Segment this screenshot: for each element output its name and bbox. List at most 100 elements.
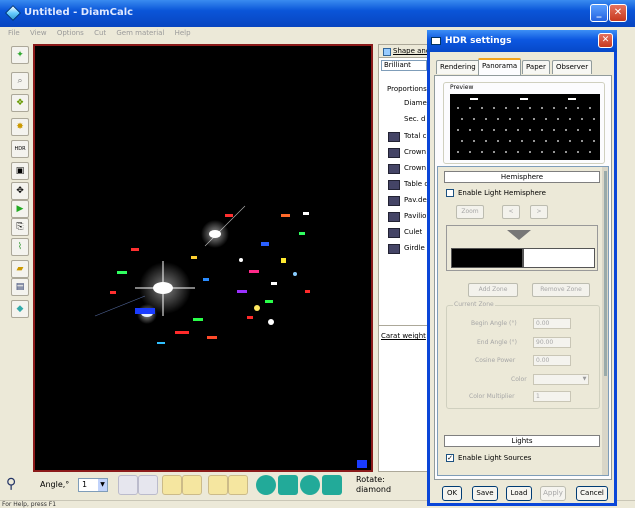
load-button[interactable]: Load bbox=[506, 486, 532, 501]
scroll-thumb[interactable] bbox=[604, 171, 607, 376]
menu-gem-material[interactable]: Gem material bbox=[116, 29, 164, 37]
dialog-close-button[interactable]: ✕ bbox=[598, 33, 613, 48]
param-sec-d[interactable]: Sec. d bbox=[404, 115, 426, 123]
export-icon[interactable]: ⎘ bbox=[11, 218, 29, 236]
magnify-icon[interactable]: ⌕ bbox=[11, 72, 29, 90]
rotate-right-icon[interactable] bbox=[138, 475, 158, 495]
param-icon bbox=[388, 228, 400, 238]
zone-white[interactable] bbox=[523, 248, 595, 268]
preview-dot bbox=[589, 129, 591, 131]
hdr-settings-dialog: HDR settings ✕ Rendering Panorama Paper … bbox=[427, 30, 617, 506]
chevron-down-icon[interactable]: ▼ bbox=[580, 375, 589, 384]
param-crown[interactable]: Crown bbox=[404, 148, 426, 156]
color-multiplier-input[interactable]: 1 bbox=[533, 391, 571, 402]
side-view-icon[interactable] bbox=[278, 475, 298, 495]
param-icon bbox=[388, 164, 400, 174]
bottom-view-icon[interactable] bbox=[300, 475, 320, 495]
flip-h-icon[interactable] bbox=[162, 475, 182, 495]
preview-dot bbox=[493, 107, 495, 109]
begin-angle-input[interactable]: 0.00 bbox=[533, 318, 571, 329]
tab-paper[interactable]: Paper bbox=[522, 60, 550, 74]
angle-label: Angle,° bbox=[40, 480, 70, 489]
preview-dot bbox=[517, 129, 519, 131]
preview-dot bbox=[481, 151, 483, 153]
tab-observer[interactable]: Observer bbox=[552, 60, 593, 74]
hdr-icon[interactable]: HDR bbox=[11, 140, 29, 158]
enable-lights-label: Enable Light Sources bbox=[458, 454, 532, 462]
zoom-button[interactable]: Zoom bbox=[456, 205, 484, 219]
param-total[interactable]: Total c bbox=[404, 132, 426, 140]
chevron-down-icon[interactable]: ▼ bbox=[98, 479, 107, 491]
menu-cut[interactable]: Cut bbox=[94, 29, 106, 37]
preview-dot bbox=[577, 129, 579, 131]
rotate-label: Rotate: bbox=[356, 475, 385, 484]
enable-hemisphere-checkbox[interactable] bbox=[446, 189, 454, 197]
menu-help[interactable]: Help bbox=[175, 29, 191, 37]
shape-select[interactable]: Brilliant bbox=[381, 60, 427, 71]
cancel-button[interactable]: Cancel bbox=[576, 486, 608, 501]
param-table[interactable]: Table c bbox=[404, 180, 428, 188]
top-view-icon[interactable] bbox=[256, 475, 276, 495]
add-zone-button[interactable]: Add Zone bbox=[468, 283, 518, 297]
param-culet[interactable]: Culet bbox=[404, 228, 422, 236]
flip-v-icon[interactable] bbox=[182, 475, 202, 495]
menu-file[interactable]: File bbox=[8, 29, 20, 37]
apply-button[interactable]: Apply bbox=[540, 486, 566, 501]
preview-dot bbox=[541, 107, 543, 109]
open-cut-icon[interactable]: ✦ bbox=[11, 46, 29, 64]
param-crown-2[interactable]: Crown bbox=[404, 164, 426, 172]
preview-canvas bbox=[450, 94, 600, 160]
play-icon[interactable]: ▶ bbox=[11, 200, 29, 218]
folder-icon[interactable]: ▰ bbox=[11, 260, 29, 278]
preview-dot bbox=[545, 140, 547, 142]
render-viewport[interactable] bbox=[33, 44, 373, 472]
preview-dot bbox=[505, 151, 507, 153]
tilt-left-icon[interactable] bbox=[208, 475, 228, 495]
close-window-button[interactable]: ✕ bbox=[609, 4, 627, 22]
rotate-left-icon[interactable] bbox=[118, 475, 138, 495]
param-diameter[interactable]: Diamet bbox=[404, 99, 430, 107]
preview-dot bbox=[533, 140, 535, 142]
next-zone-button[interactable]: > bbox=[530, 205, 548, 219]
save-button[interactable]: Save bbox=[472, 486, 498, 501]
settings-scroll-area[interactable]: Hemisphere Enable Light Hemisphere Zoom … bbox=[437, 166, 609, 476]
end-angle-input[interactable]: 90.00 bbox=[533, 337, 571, 348]
remove-zone-button[interactable]: Remove Zone bbox=[532, 283, 590, 297]
gem-icon[interactable]: ◆ bbox=[11, 300, 29, 318]
preview-dot bbox=[529, 107, 531, 109]
zone-marker-icon[interactable] bbox=[507, 230, 531, 240]
left-toolbar: ✦ ⌕ ❖ ✸ HDR ▣ ✥ ▶ ⎘ ⌇ ▰ ▤ ◆ bbox=[10, 46, 30, 324]
tab-rendering[interactable]: Rendering bbox=[436, 60, 480, 74]
chart-icon[interactable]: ⌇ bbox=[11, 238, 29, 256]
param-icon bbox=[388, 212, 400, 222]
preview-dot bbox=[469, 129, 471, 131]
move-icon[interactable]: ✥ bbox=[11, 182, 29, 200]
preview-dot bbox=[493, 151, 495, 153]
rotate-value[interactable]: diamond bbox=[356, 485, 391, 494]
cosine-power-input[interactable]: 0.00 bbox=[533, 355, 571, 366]
light-icon[interactable]: ✸ bbox=[11, 118, 29, 136]
param-pav-depth[interactable]: Pav.de bbox=[404, 196, 427, 204]
minimize-button[interactable]: _ bbox=[590, 4, 608, 22]
menu-view[interactable]: View bbox=[30, 29, 47, 37]
tilt-right-icon[interactable] bbox=[228, 475, 248, 495]
color-label: Color bbox=[511, 376, 527, 383]
preview-dot bbox=[457, 151, 459, 153]
material-icon[interactable]: ❖ bbox=[11, 94, 29, 112]
profile-view-icon[interactable] bbox=[322, 475, 342, 495]
param-girdle[interactable]: Girdle l bbox=[404, 244, 429, 252]
zone-black[interactable] bbox=[451, 248, 523, 268]
zoom-icon[interactable]: ⚲ bbox=[6, 476, 16, 492]
camera-icon[interactable]: ▣ bbox=[11, 162, 29, 180]
tab-panorama[interactable]: Panorama bbox=[478, 58, 522, 75]
enable-lights-checkbox[interactable]: ✓ bbox=[446, 454, 454, 462]
param-pavilion[interactable]: Pavilio bbox=[404, 212, 426, 220]
preview-light-mark bbox=[520, 98, 528, 100]
ok-button[interactable]: OK bbox=[442, 486, 462, 501]
vertical-scrollbar[interactable] bbox=[602, 167, 608, 475]
prev-zone-button[interactable]: < bbox=[502, 205, 520, 219]
save-icon[interactable]: ▤ bbox=[11, 278, 29, 296]
current-zone-group: Current Zone Begin Angle (°) 0.00 End An… bbox=[446, 301, 600, 409]
preview-dot bbox=[505, 129, 507, 131]
menu-options[interactable]: Options bbox=[57, 29, 84, 37]
